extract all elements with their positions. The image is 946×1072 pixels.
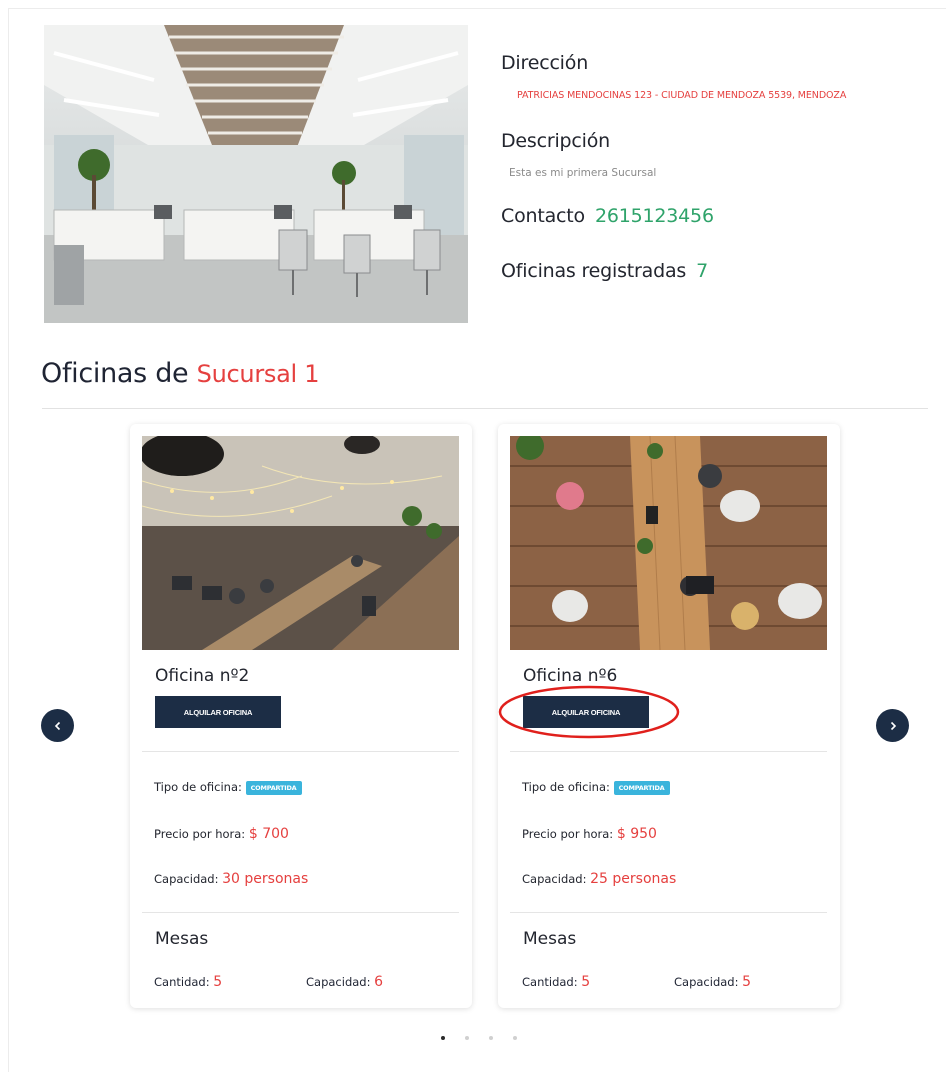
oficinas-registradas-label: Oficinas registradas xyxy=(501,260,687,282)
office-type-label: Tipo de oficina: xyxy=(154,780,242,794)
office-card: Oficina nº2 ALQUILAR OFICINA Tipo de ofi… xyxy=(130,424,472,1008)
descripcion-label: Descripción xyxy=(501,130,611,152)
pagination-dot[interactable] xyxy=(441,1036,445,1040)
office-type-label: Tipo de oficina: xyxy=(522,780,610,794)
office-type-row: Tipo de oficina: COMPARTIDA xyxy=(522,780,670,795)
tables-capacity-label: Capacidad: xyxy=(674,975,739,989)
oficinas-registradas-value: 7 xyxy=(696,260,708,282)
tables-count-row: Cantidad: 5 xyxy=(154,974,222,990)
tables-title: Mesas xyxy=(155,929,209,949)
tables-capacity-value: 6 xyxy=(374,974,384,990)
tables-count-label: Cantidad: xyxy=(522,975,578,989)
pagination-dot[interactable] xyxy=(465,1036,469,1040)
card-divider xyxy=(510,912,827,913)
office-photo xyxy=(510,436,827,650)
section-title: Oficinas de Sucursal 1 xyxy=(41,358,319,389)
chevron-right-icon xyxy=(890,721,896,730)
descripcion-value: Esta es mi primera Sucursal xyxy=(509,167,657,179)
tables-count-value: 5 xyxy=(581,974,591,990)
tables-count-value: 5 xyxy=(213,974,223,990)
meeting-table-photo-illustration xyxy=(510,436,827,650)
card-divider xyxy=(142,751,459,752)
capacity-value: 25 personas xyxy=(590,871,677,887)
pagination-dot[interactable] xyxy=(489,1036,493,1040)
office-type-row: Tipo de oficina: COMPARTIDA xyxy=(154,780,302,795)
carousel-pagination xyxy=(441,1036,517,1040)
contacto-value: 2615123456 xyxy=(594,205,714,227)
oficinas-registradas-row: Oficinas registradas 7 xyxy=(501,260,708,282)
direccion-value: PATRICIAS MENDOCINAS 123 - CIUDAD DE MEN… xyxy=(517,90,847,101)
contacto-label: Contacto xyxy=(501,205,585,227)
tables-capacity-row: Capacidad: 5 xyxy=(674,974,751,990)
price-label: Precio por hora: xyxy=(154,827,246,841)
section-divider xyxy=(42,408,928,409)
direccion-label: Dirección xyxy=(501,52,589,74)
office-type-badge: COMPARTIDA xyxy=(245,781,302,795)
capacity-row: Capacidad: 25 personas xyxy=(522,871,676,887)
coworking-photo-illustration xyxy=(142,436,459,650)
tables-title: Mesas xyxy=(523,929,577,949)
contacto-row: Contacto 2615123456 xyxy=(501,205,714,227)
capacity-label: Capacidad: xyxy=(154,872,219,886)
price-value: $ 950 xyxy=(616,826,657,842)
pagination-dot[interactable] xyxy=(513,1036,517,1040)
tables-capacity-label: Capacidad: xyxy=(306,975,371,989)
section-title-branch: Sucursal 1 xyxy=(196,360,320,388)
rent-office-button[interactable]: ALQUILAR OFICINA xyxy=(523,696,649,728)
office-card: Oficina nº6 ALQUILAR OFICINA Tipo de ofi… xyxy=(498,424,840,1008)
card-divider xyxy=(142,912,459,913)
capacity-value: 30 personas xyxy=(222,871,309,887)
capacity-row: Capacidad: 30 personas xyxy=(154,871,308,887)
price-row: Precio por hora: $ 950 xyxy=(522,826,657,842)
section-title-prefix: Oficinas de xyxy=(41,358,189,389)
carousel-next-button[interactable] xyxy=(876,709,909,742)
tables-count-row: Cantidad: 5 xyxy=(522,974,590,990)
tables-count-label: Cantidad: xyxy=(154,975,210,989)
price-label: Precio por hora: xyxy=(522,827,614,841)
price-row: Precio por hora: $ 700 xyxy=(154,826,289,842)
office-photo-illustration xyxy=(44,25,468,323)
rent-office-button[interactable]: ALQUILAR OFICINA xyxy=(155,696,281,728)
tables-capacity-value: 5 xyxy=(742,974,752,990)
price-value: $ 700 xyxy=(248,826,289,842)
card-divider xyxy=(510,751,827,752)
office-type-badge: COMPARTIDA xyxy=(613,781,670,795)
office-photo xyxy=(142,436,459,650)
office-name: Oficina nº6 xyxy=(523,666,618,686)
tables-capacity-row: Capacidad: 6 xyxy=(306,974,383,990)
office-name: Oficina nº2 xyxy=(155,666,250,686)
branch-photo xyxy=(44,25,468,323)
chevron-left-icon xyxy=(54,721,60,730)
capacity-label: Capacidad: xyxy=(522,872,587,886)
carousel-prev-button[interactable] xyxy=(41,709,74,742)
